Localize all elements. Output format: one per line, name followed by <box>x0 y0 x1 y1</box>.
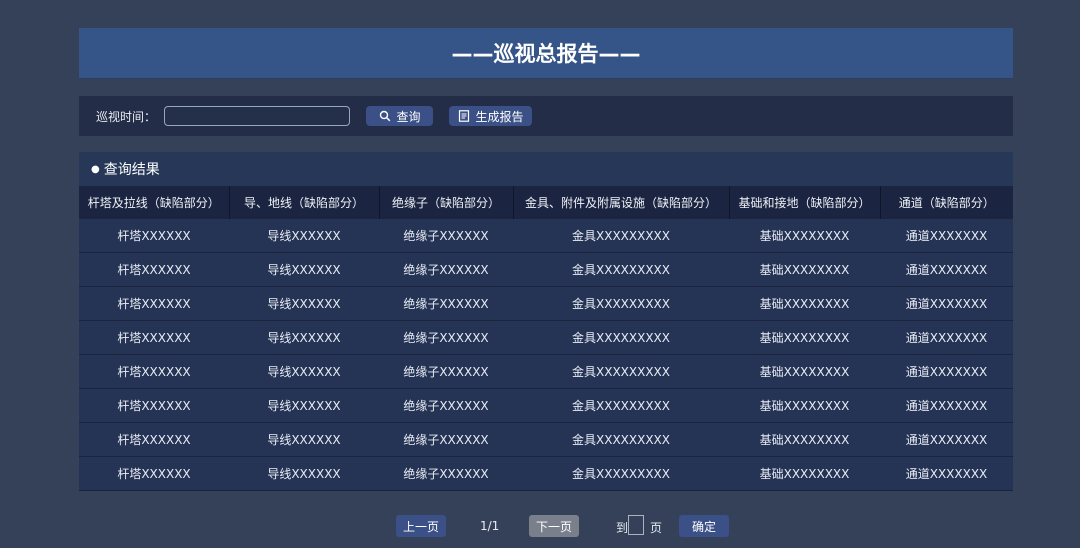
table-row: 杆塔XXXXXX 导线XXXXXX 绝缘子XXXXXX 金具XXXXXXXXX 基础XX… <box>79 354 1013 389</box>
table-cell: 绝缘子XXXXXX <box>379 320 513 355</box>
column-header: 导、地线（缺陷部分） <box>229 186 380 219</box>
search-icon <box>379 110 390 122</box>
table-cell: 通道XXXXXXX <box>880 219 1013 253</box>
table-row: 杆塔XXXXXX 导线XXXXXX 绝缘子XXXXXX 金具XXXXXXXXX 基础XX… <box>79 320 1013 355</box>
table-cell: 绝缘子XXXXXX <box>379 422 513 457</box>
results-panel: ● 查询结果 杆塔及拉线（缺陷部分） 导、地线（缺陷部分） 绝缘子（缺陷部分） … <box>79 152 1013 491</box>
table-cell: 导线XXXXXX <box>229 388 379 423</box>
goto-page-input[interactable] <box>628 515 644 535</box>
page-unit-label: 页 <box>650 521 663 535</box>
table-cell: 通道XXXXXXX <box>880 320 1013 355</box>
results-table: 杆塔及拉线（缺陷部分） 导、地线（缺陷部分） 绝缘子（缺陷部分） 金具、附件及附… <box>79 186 1013 491</box>
table-cell: 通道XXXXXXX <box>880 286 1013 321</box>
table-cell: 基础XXXXXXXX <box>729 354 880 389</box>
table-cell: 金具XXXXXXXXX <box>513 320 729 355</box>
table-cell: 杆塔XXXXXX <box>79 456 229 491</box>
column-header: 金具、附件及附属设施（缺陷部分） <box>513 186 730 219</box>
generate-report-button[interactable]: 生成报告 <box>449 106 533 126</box>
column-header: 绝缘子（缺陷部分） <box>379 186 514 219</box>
table-cell: 通道XXXXXXX <box>880 252 1013 287</box>
table-cell: 金具XXXXXXXXX <box>513 422 729 457</box>
table-cell: 基础XXXXXXXX <box>729 422 880 457</box>
table-row: 杆塔XXXXXX 导线XXXXXX 绝缘子XXXXXX 金具XXXXXXXXX 基础XX… <box>79 286 1013 321</box>
search-bar: 巡视时间： 查询 生成报告 <box>79 96 1013 136</box>
pagination: 上一页 1/1 下一页 到 页 确定 <box>0 515 1080 539</box>
table-cell: 绝缘子XXXXXX <box>379 388 513 423</box>
table-cell: 导线XXXXXX <box>229 422 379 457</box>
table-row: 杆塔XXXXXX 导线XXXXXX 绝缘子XXXXXX 金具XXXXXXXXX 基础XX… <box>79 422 1013 457</box>
table-cell: 金具XXXXXXXXX <box>513 354 729 389</box>
query-button[interactable]: 查询 <box>366 106 434 126</box>
table-cell: 导线XXXXXX <box>229 320 379 355</box>
table-header-row: 杆塔及拉线（缺陷部分） 导、地线（缺陷部分） 绝缘子（缺陷部分） 金具、附件及附… <box>79 186 1013 219</box>
prev-page-button[interactable]: 上一页 <box>396 515 446 537</box>
page-title: ——巡视总报告—— <box>79 28 1013 79</box>
confirm-button[interactable]: 确定 <box>679 515 729 537</box>
table-cell: 金具XXXXXXXXX <box>513 456 729 491</box>
next-page-button[interactable]: 下一页 <box>529 515 579 537</box>
table-cell: 金具XXXXXXXXX <box>513 286 729 321</box>
results-heading: 查询结果 <box>103 162 160 178</box>
table-cell: 杆塔XXXXXX <box>79 219 229 253</box>
table-row: 杆塔XXXXXX 导线XXXXXX 绝缘子XXXXXX 金具XXXXXXXXX 基础XX… <box>79 252 1013 287</box>
table-row: 杆塔XXXXXX 导线XXXXXX 绝缘子XXXXXX 金具XXXXXXXXX 基础XX… <box>79 219 1013 253</box>
table-row: 杆塔XXXXXX 导线XXXXXX 绝缘子XXXXXX 金具XXXXXXXXX 基础XX… <box>79 388 1013 423</box>
table-cell: 绝缘子XXXXXX <box>379 456 513 491</box>
table-cell: 杆塔XXXXXX <box>79 286 229 321</box>
column-header: 基础和接地（缺陷部分） <box>729 186 881 219</box>
table-cell: 金具XXXXXXXXX <box>513 388 729 423</box>
table-cell: 通道XXXXXXX <box>880 422 1013 457</box>
table-cell: 金具XXXXXXXXX <box>513 252 729 287</box>
table-cell: 基础XXXXXXXX <box>729 252 880 287</box>
table-cell: 杆塔XXXXXX <box>79 252 229 287</box>
table-cell: 绝缘子XXXXXX <box>379 219 513 253</box>
bullet-icon: ● <box>91 163 100 175</box>
table-cell: 导线XXXXXX <box>229 354 379 389</box>
table-cell: 基础XXXXXXXX <box>729 286 880 321</box>
inspection-time-input[interactable] <box>164 106 351 126</box>
table-cell: 通道XXXXXXX <box>880 456 1013 491</box>
table-cell: 通道XXXXXXX <box>880 354 1013 389</box>
page-indicator: 1/1 <box>480 519 500 533</box>
query-button-label: 查询 <box>396 109 421 124</box>
table-cell: 杆塔XXXXXX <box>79 388 229 423</box>
table-cell: 基础XXXXXXXX <box>729 320 880 355</box>
table-cell: 导线XXXXXX <box>229 252 379 287</box>
generate-report-button-label: 生成报告 <box>475 109 524 124</box>
table-cell: 绝缘子XXXXXX <box>379 286 513 321</box>
column-header: 杆塔及拉线（缺陷部分） <box>79 186 230 219</box>
inspection-time-label: 巡视时间： <box>96 109 157 124</box>
goto-label: 到 <box>616 521 629 535</box>
table-cell: 基础XXXXXXXX <box>729 388 880 423</box>
table-cell: 通道XXXXXXX <box>880 388 1013 423</box>
document-icon <box>458 110 469 122</box>
table-cell: 导线XXXXXX <box>229 286 379 321</box>
table-cell: 基础XXXXXXXX <box>729 219 880 253</box>
table-cell: 导线XXXXXX <box>229 219 379 253</box>
table-row: 杆塔XXXXXX 导线XXXXXX 绝缘子XXXXXX 金具XXXXXXXXX 基础XX… <box>79 456 1013 491</box>
results-header: ● 查询结果 <box>79 152 1013 186</box>
table-cell: 金具XXXXXXXXX <box>513 219 729 253</box>
table-cell: 绝缘子XXXXXX <box>379 354 513 389</box>
table-cell: 杆塔XXXXXX <box>79 422 229 457</box>
table-cell: 绝缘子XXXXXX <box>379 252 513 287</box>
table-cell: 杆塔XXXXXX <box>79 354 229 389</box>
table-cell: 基础XXXXXXXX <box>729 456 880 491</box>
column-header: 通道（缺陷部分） <box>880 186 1013 219</box>
table-cell: 导线XXXXXX <box>229 456 379 491</box>
table-cell: 杆塔XXXXXX <box>79 320 229 355</box>
